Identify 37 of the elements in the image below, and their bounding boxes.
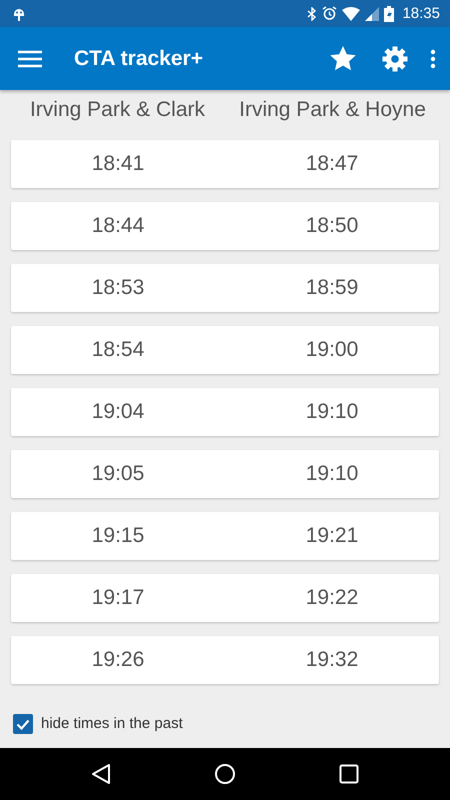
more-icon (430, 48, 436, 68)
departure-time: 18:53 (90, 276, 146, 300)
checkbox[interactable] (13, 714, 33, 734)
departure-time: 18:47 (304, 152, 360, 176)
departure-time: 18:59 (304, 276, 360, 300)
departure-time: 19:17 (90, 586, 146, 610)
departure-time: 19:10 (304, 462, 360, 486)
alarm-icon (322, 6, 338, 21)
checkbox-label: hide times in the past (41, 714, 183, 734)
departure-time: 18:41 (90, 152, 146, 176)
departure-time: 19:10 (304, 400, 360, 424)
status-time: 18:35 (402, 5, 440, 22)
app-title: CTA tracker+ (74, 46, 203, 70)
home-icon (214, 763, 236, 785)
departure-time: 18:44 (90, 214, 146, 238)
departure-time: 19:32 (304, 648, 360, 672)
departure-time: 19:05 (90, 462, 146, 486)
star-icon (330, 46, 356, 71)
settings-icon (382, 46, 408, 72)
wifi-icon (342, 6, 360, 20)
back-icon (91, 763, 112, 785)
departure-time: 18:54 (90, 338, 146, 362)
battery-icon (384, 6, 394, 22)
recents-icon (338, 764, 359, 784)
check-icon (16, 718, 30, 730)
column-header: Irving Park & Clark (28, 98, 206, 122)
menu-icon (18, 50, 42, 68)
departure-time: 19:15 (90, 524, 146, 548)
signal-icon (365, 6, 380, 20)
bluetooth-icon (307, 6, 318, 20)
departure-time: 19:22 (304, 586, 360, 610)
column-header: Irving Park & Hoyne (238, 98, 427, 122)
departure-time: 18:50 (304, 214, 360, 238)
departure-time: 19:00 (304, 338, 360, 362)
departure-time: 19:21 (304, 524, 360, 548)
departure-time: 19:26 (90, 648, 146, 672)
departure-time: 19:04 (90, 400, 146, 424)
